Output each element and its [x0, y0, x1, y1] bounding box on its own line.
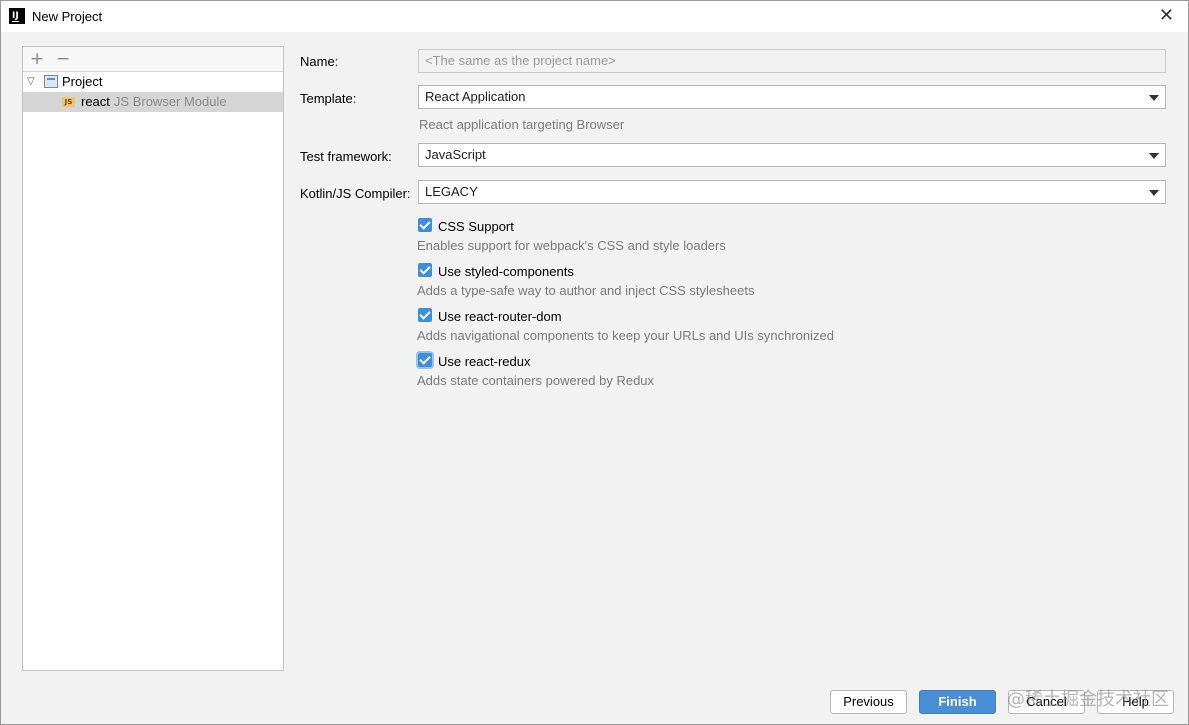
module-type: JS Browser Module [113, 94, 227, 109]
remove-icon[interactable]: − [56, 49, 70, 69]
react-router-dom-checkbox[interactable] [418, 308, 432, 322]
compiler-value: LEGACY [425, 184, 478, 199]
styled-components-hint: Adds a type-safe way to author and injec… [417, 283, 755, 298]
tree-item-label: Project [62, 74, 103, 89]
react-router-dom-hint: Adds navigational components to keep you… [417, 328, 834, 343]
template-dropdown[interactable]: React Application [418, 85, 1166, 109]
new-project-dialog: IJ New Project ✕ + − ▽ Project JS react J… [0, 0, 1189, 725]
help-button[interactable]: Help [1097, 690, 1174, 714]
tree-item-project[interactable]: ▽ Project [23, 72, 283, 92]
project-type-tree: + − ▽ Project JS react JS Browser Module [22, 46, 284, 671]
template-label: Template: [300, 91, 357, 106]
tree-item-label: react JS Browser Module [81, 92, 227, 112]
react-redux-label[interactable]: Use react-redux [438, 354, 530, 369]
css-support-checkbox[interactable] [418, 218, 432, 232]
template-hint: React application targeting Browser [419, 117, 625, 132]
dropdown-arrow-icon [1149, 190, 1159, 196]
name-label: Name: [300, 54, 339, 69]
project-folder-icon [44, 75, 58, 88]
intellij-logo-icon: IJ [9, 8, 25, 24]
name-input[interactable]: <The same as the project name> [418, 49, 1166, 73]
cancel-button[interactable]: Cancel [1008, 690, 1085, 714]
close-icon[interactable]: ✕ [1159, 5, 1174, 26]
finish-button[interactable]: Finish [919, 690, 996, 714]
css-support-hint: Enables support for webpack's CSS and st… [417, 238, 726, 253]
window-title: New Project [32, 9, 103, 24]
css-support-label[interactable]: CSS Support [438, 219, 514, 234]
chevron-down-icon[interactable]: ▽ [27, 72, 35, 92]
module-name: react [81, 94, 110, 109]
test-framework-label: Test framework: [300, 149, 392, 164]
tree-item-react-module[interactable]: JS react JS Browser Module [23, 92, 283, 112]
test-framework-value: JavaScript [425, 147, 486, 162]
title-bar: IJ New Project ✕ [1, 1, 1188, 32]
previous-button[interactable]: Previous [830, 690, 907, 714]
dropdown-arrow-icon [1149, 95, 1159, 101]
tree-toolbar: + − [23, 47, 283, 72]
compiler-dropdown[interactable]: LEGACY [418, 180, 1166, 204]
js-module-icon: JS [62, 97, 75, 107]
react-router-dom-label[interactable]: Use react-router-dom [438, 309, 562, 324]
react-redux-checkbox[interactable] [418, 353, 432, 367]
styled-components-label[interactable]: Use styled-components [438, 264, 574, 279]
compiler-label: Kotlin/JS Compiler: [300, 186, 411, 201]
styled-components-checkbox[interactable] [418, 263, 432, 277]
add-icon[interactable]: + [30, 49, 44, 69]
react-redux-hint: Adds state containers powered by Redux [417, 373, 655, 388]
template-value: React Application [425, 89, 526, 104]
test-framework-dropdown[interactable]: JavaScript [418, 143, 1166, 167]
dropdown-arrow-icon [1149, 153, 1159, 159]
